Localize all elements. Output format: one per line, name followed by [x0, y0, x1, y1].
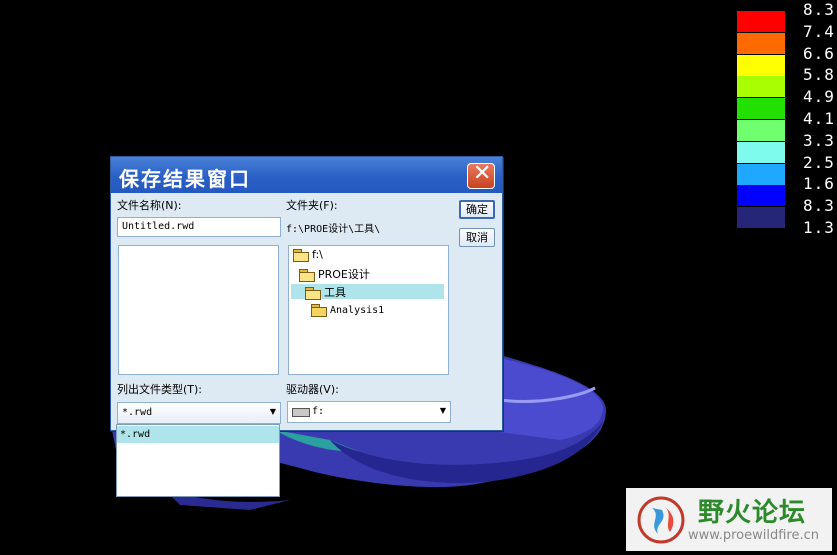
folder-label: 文件夹(F):	[286, 199, 338, 212]
folder-tree-label: PROE设计	[318, 268, 370, 281]
legend-label: 2.5	[803, 152, 835, 172]
watermark-title: 野火论坛	[698, 498, 807, 528]
legend-label: 3.3	[803, 130, 835, 150]
legend-swatch	[737, 32, 785, 54]
folder-tree[interactable]: f:\ PROE设计工具 Analysis1	[288, 245, 449, 375]
chevron-down-icon[interactable]: ▼	[270, 407, 276, 416]
folder-tree-label: Analysis1	[330, 305, 385, 316]
filetype-label: 列出文件类型(T):	[117, 383, 203, 396]
drive-select[interactable]: f: ▼	[287, 401, 451, 423]
drive-icon	[292, 408, 310, 417]
folder-tree-item[interactable]: 工具	[291, 284, 444, 300]
close-icon: ✕	[473, 161, 492, 186]
watermark: 野火论坛 www.proewildfire.cn	[626, 488, 832, 551]
file-list[interactable]	[118, 245, 279, 375]
folder-icon	[305, 287, 321, 300]
legend-swatch	[737, 119, 785, 141]
filename-label: 文件名称(N):	[117, 199, 182, 212]
dialog-title: 保存结果窗口	[119, 167, 251, 191]
legend-label: 4.9	[803, 87, 835, 107]
legend-row: 8.3 1.3	[737, 196, 837, 237]
legend-swatch	[737, 207, 785, 229]
filename-field[interactable]: Untitled.rwd	[117, 217, 281, 237]
close-button[interactable]: ✕	[467, 161, 495, 189]
flame-logo-icon	[637, 496, 685, 544]
legend-label: 5.8	[803, 65, 835, 85]
filetype-dropdown: *.rwd	[116, 424, 280, 497]
legend-label: 6.6	[803, 43, 835, 63]
folder-tree-item[interactable]: PROE设计	[297, 266, 370, 282]
folder-tree-item[interactable]: Analysis1	[309, 303, 384, 318]
legend-swatch	[737, 54, 785, 76]
legend-swatch	[737, 76, 785, 98]
legend-label: 1.3	[803, 218, 835, 238]
folder-icon	[299, 269, 315, 282]
legend-label: 1.6	[803, 174, 835, 194]
legend-swatch	[737, 185, 785, 207]
chevron-down-icon[interactable]: ▼	[440, 406, 446, 415]
folder-tree-label: f:\	[312, 248, 323, 261]
legend-label: 4.1	[803, 108, 835, 128]
dialog-titlebar[interactable]: 保存结果窗口 ✕	[111, 157, 502, 193]
drive-value: f:	[312, 406, 325, 417]
legend-label: 7.4	[803, 21, 835, 41]
legend-label: 8.3	[803, 196, 835, 216]
folder-tree-label: 工具	[324, 286, 346, 299]
folder-icon	[311, 304, 327, 317]
ok-button[interactable]: 确定	[459, 200, 495, 219]
legend-swatch	[737, 141, 785, 163]
folder-tree-item[interactable]: f:\	[291, 248, 323, 263]
watermark-url: www.proewildfire.cn	[688, 528, 819, 543]
legend-swatch	[737, 11, 785, 32]
filetype-value: *.rwd	[122, 407, 153, 418]
folder-path: f:\PROE设计\工具\	[286, 224, 381, 235]
filetype-option[interactable]: *.rwd	[117, 426, 279, 443]
filetype-select[interactable]: *.rwd ▼	[117, 402, 281, 424]
legend-swatch	[737, 163, 785, 185]
drive-label: 驱动器(V):	[286, 383, 339, 396]
legend-label: 8.3	[803, 0, 835, 19]
color-legend: 8.3 7.4 6.6 5.8 4.9 4.1 3.3 2.5 1.6 8.3 1.3	[737, 0, 837, 237]
cancel-button[interactable]: 取消	[459, 228, 495, 247]
save-results-dialog: 保存结果窗口 ✕ 文件名称(N): Untitled.rwd 文件夹(F): f…	[110, 156, 503, 431]
legend-swatch	[737, 98, 785, 120]
folder-icon	[293, 249, 309, 262]
